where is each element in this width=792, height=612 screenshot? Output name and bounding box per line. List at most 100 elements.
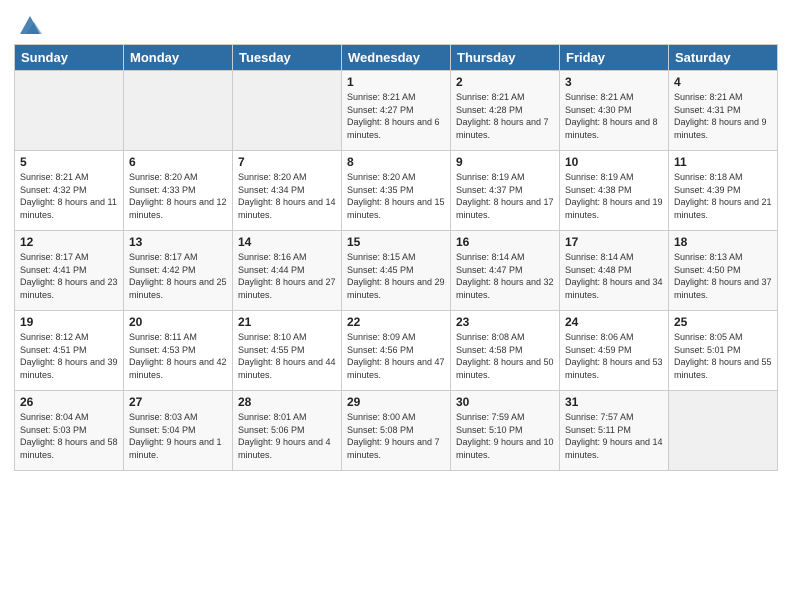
- day-number: 29: [347, 395, 445, 409]
- calendar-cell: 9Sunrise: 8:19 AMSunset: 4:37 PMDaylight…: [451, 151, 560, 231]
- day-number: 5: [20, 155, 118, 169]
- day-info: Sunrise: 8:21 AMSunset: 4:28 PMDaylight:…: [456, 91, 554, 141]
- day-number: 19: [20, 315, 118, 329]
- calendar-cell: [15, 71, 124, 151]
- day-number: 23: [456, 315, 554, 329]
- calendar-cell: [669, 391, 778, 471]
- calendar-cell: 28 Sunrise: 8:01 AMSunset: 5:06 PMDayligh…: [233, 391, 342, 471]
- calendar-cell: 22 Sunrise: 8:09 AMSunset: 4:56 PMDayligh…: [342, 311, 451, 391]
- day-number: 24: [565, 315, 663, 329]
- weekday-header: Wednesday: [342, 45, 451, 71]
- day-info: Sunrise: 8:21 AMSunset: 4:30 PMDaylight:…: [565, 91, 663, 141]
- page-container: SundayMondayTuesdayWednesdayThursdayFrid…: [0, 0, 792, 612]
- weekday-header: Sunday: [15, 45, 124, 71]
- day-info: Sunrise: 7:57 AMSunset: 5:11 PMDaylight:…: [565, 411, 663, 461]
- day-number: 8: [347, 155, 445, 169]
- day-info: Sunrise: 7:59 AMSunset: 5:10 PMDaylight:…: [456, 411, 554, 461]
- day-info: Sunrise: 8:11 AMSunset: 4:53 PMDaylight:…: [129, 331, 227, 381]
- day-number: 27: [129, 395, 227, 409]
- day-info: Sunrise: 8:00 AMSunset: 5:08 PMDaylight:…: [347, 411, 445, 461]
- calendar-cell: 10 Sunrise: 8:19 AMSunset: 4:38 PMDayligh…: [560, 151, 669, 231]
- calendar-cell: 14 Sunrise: 8:16 AMSunset: 4:44 PMDayligh…: [233, 231, 342, 311]
- calendar-cell: 21 Sunrise: 8:10 AMSunset: 4:55 PMDayligh…: [233, 311, 342, 391]
- day-number: 1: [347, 75, 445, 89]
- day-number: 31: [565, 395, 663, 409]
- calendar-cell: 29 Sunrise: 8:00 AMSunset: 5:08 PMDayligh…: [342, 391, 451, 471]
- day-number: 25: [674, 315, 772, 329]
- day-info: Sunrise: 8:14 AMSunset: 4:48 PMDaylight:…: [565, 251, 663, 301]
- calendar-cell: 4Sunrise: 8:21 AMSunset: 4:31 PMDaylight…: [669, 71, 778, 151]
- day-info: Sunrise: 8:01 AMSunset: 5:06 PMDaylight:…: [238, 411, 336, 461]
- day-number: 30: [456, 395, 554, 409]
- day-number: 21: [238, 315, 336, 329]
- calendar-cell: [124, 71, 233, 151]
- calendar-week-row: 26Sunrise: 8:04 AMSunset: 5:03 PMDayligh…: [15, 391, 778, 471]
- calendar-cell: 7Sunrise: 8:20 AMSunset: 4:34 PMDaylight…: [233, 151, 342, 231]
- calendar-cell: 2 Sunrise: 8:21 AMSunset: 4:28 PMDaylight…: [451, 71, 560, 151]
- calendar-cell: 27 Sunrise: 8:03 AMSunset: 5:04 PMDayligh…: [124, 391, 233, 471]
- day-number: 14: [238, 235, 336, 249]
- day-info: Sunrise: 8:21 AMSunset: 4:27 PMDaylight:…: [347, 91, 445, 141]
- calendar-week-row: 12 Sunrise: 8:17 AMSunset: 4:41 PMDayligh…: [15, 231, 778, 311]
- weekday-header: Saturday: [669, 45, 778, 71]
- calendar-cell: 23 Sunrise: 8:08 AMSunset: 4:58 PMDayligh…: [451, 311, 560, 391]
- day-info: Sunrise: 8:15 AMSunset: 4:45 PMDaylight:…: [347, 251, 445, 301]
- day-number: 2: [456, 75, 554, 89]
- day-number: 15: [347, 235, 445, 249]
- calendar-cell: 18 Sunrise: 8:13 AMSunset: 4:50 PMDayligh…: [669, 231, 778, 311]
- day-info: Sunrise: 8:06 AMSunset: 4:59 PMDaylight:…: [565, 331, 663, 381]
- calendar-cell: 12 Sunrise: 8:17 AMSunset: 4:41 PMDayligh…: [15, 231, 124, 311]
- day-number: 26: [20, 395, 118, 409]
- day-info: Sunrise: 8:10 AMSunset: 4:55 PMDaylight:…: [238, 331, 336, 381]
- weekday-header: Tuesday: [233, 45, 342, 71]
- calendar-cell: 5 Sunrise: 8:21 AMSunset: 4:32 PMDaylight…: [15, 151, 124, 231]
- calendar-cell: 3Sunrise: 8:21 AMSunset: 4:30 PMDaylight…: [560, 71, 669, 151]
- calendar-cell: 13 Sunrise: 8:17 AMSunset: 4:42 PMDayligh…: [124, 231, 233, 311]
- day-number: 12: [20, 235, 118, 249]
- header: [14, 10, 778, 36]
- day-number: 28: [238, 395, 336, 409]
- calendar-week-row: 5 Sunrise: 8:21 AMSunset: 4:32 PMDaylight…: [15, 151, 778, 231]
- day-info: Sunrise: 8:14 AMSunset: 4:47 PMDaylight:…: [456, 251, 554, 301]
- calendar-cell: 17 Sunrise: 8:14 AMSunset: 4:48 PMDayligh…: [560, 231, 669, 311]
- calendar-table: SundayMondayTuesdayWednesdayThursdayFrid…: [14, 44, 778, 471]
- calendar-cell: 31 Sunrise: 7:57 AMSunset: 5:11 PMDayligh…: [560, 391, 669, 471]
- calendar-cell: 6 Sunrise: 8:20 AMSunset: 4:33 PMDaylight…: [124, 151, 233, 231]
- day-number: 9: [456, 155, 554, 169]
- day-info: Sunrise: 8:12 AMSunset: 4:51 PMDaylight:…: [20, 331, 118, 381]
- calendar-cell: [233, 71, 342, 151]
- day-info: Sunrise: 8:18 AMSunset: 4:39 PMDaylight:…: [674, 171, 772, 221]
- calendar-cell: 11 Sunrise: 8:18 AMSunset: 4:39 PMDayligh…: [669, 151, 778, 231]
- day-info: Sunrise: 8:09 AMSunset: 4:56 PMDaylight:…: [347, 331, 445, 381]
- calendar-cell: 30 Sunrise: 7:59 AMSunset: 5:10 PMDayligh…: [451, 391, 560, 471]
- calendar-cell: 16Sunrise: 8:14 AMSunset: 4:47 PMDayligh…: [451, 231, 560, 311]
- day-number: 22: [347, 315, 445, 329]
- day-number: 7: [238, 155, 336, 169]
- day-info: Sunrise: 8:21 AMSunset: 4:32 PMDaylight:…: [20, 171, 118, 221]
- day-info: Sunrise: 8:17 AMSunset: 4:42 PMDaylight:…: [129, 251, 227, 301]
- calendar-header-row: SundayMondayTuesdayWednesdayThursdayFrid…: [15, 45, 778, 71]
- day-info: Sunrise: 8:19 AMSunset: 4:38 PMDaylight:…: [565, 171, 663, 221]
- weekday-header: Thursday: [451, 45, 560, 71]
- day-number: 17: [565, 235, 663, 249]
- day-number: 13: [129, 235, 227, 249]
- day-number: 18: [674, 235, 772, 249]
- calendar-cell: 25 Sunrise: 8:05 AMSunset: 5:01 PMDayligh…: [669, 311, 778, 391]
- calendar-cell: 20Sunrise: 8:11 AMSunset: 4:53 PMDayligh…: [124, 311, 233, 391]
- calendar-cell: 19 Sunrise: 8:12 AMSunset: 4:51 PMDayligh…: [15, 311, 124, 391]
- calendar-cell: 15 Sunrise: 8:15 AMSunset: 4:45 PMDayligh…: [342, 231, 451, 311]
- day-info: Sunrise: 8:03 AMSunset: 5:04 PMDaylight:…: [129, 411, 227, 461]
- day-number: 6: [129, 155, 227, 169]
- day-info: Sunrise: 8:20 AMSunset: 4:33 PMDaylight:…: [129, 171, 227, 221]
- day-info: Sunrise: 8:05 AMSunset: 5:01 PMDaylight:…: [674, 331, 772, 381]
- calendar-cell: 26Sunrise: 8:04 AMSunset: 5:03 PMDayligh…: [15, 391, 124, 471]
- day-number: 10: [565, 155, 663, 169]
- day-info: Sunrise: 8:17 AMSunset: 4:41 PMDaylight:…: [20, 251, 118, 301]
- calendar-week-row: 1 Sunrise: 8:21 AMSunset: 4:27 PMDaylight…: [15, 71, 778, 151]
- day-number: 11: [674, 155, 772, 169]
- calendar-cell: 1 Sunrise: 8:21 AMSunset: 4:27 PMDaylight…: [342, 71, 451, 151]
- day-info: Sunrise: 8:13 AMSunset: 4:50 PMDaylight:…: [674, 251, 772, 301]
- day-info: Sunrise: 8:16 AMSunset: 4:44 PMDaylight:…: [238, 251, 336, 301]
- calendar-cell: 24 Sunrise: 8:06 AMSunset: 4:59 PMDayligh…: [560, 311, 669, 391]
- day-info: Sunrise: 8:08 AMSunset: 4:58 PMDaylight:…: [456, 331, 554, 381]
